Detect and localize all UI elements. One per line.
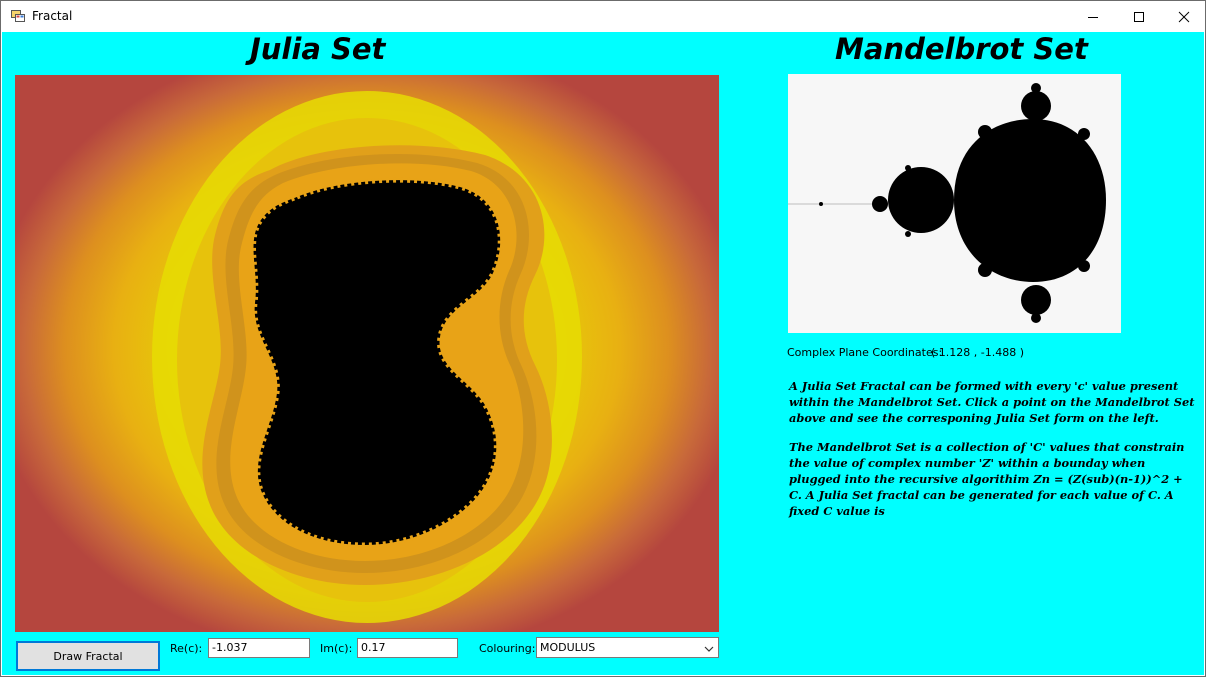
form-client-area: Julia Set Mandelbrot Set Complex Plane C… (2, 32, 1204, 675)
minimize-button[interactable] (1070, 1, 1116, 32)
mandelbrot-upper-mini-bulb (905, 165, 911, 171)
title-bar[interactable]: Fractal (1, 1, 1205, 32)
mandelbrot-period2-bulb (888, 167, 954, 233)
mandelbrot-bottom-bud (1031, 313, 1041, 323)
maximize-icon (1134, 11, 1144, 22)
mandelbrot-dot (819, 202, 823, 206)
coords-value: ( 1.128 , -1.488 ) (931, 346, 1025, 359)
description-paragraph-1: A Julia Set Fractal can be formed with e… (789, 379, 1195, 425)
julia-set-canvas[interactable] (15, 75, 719, 632)
colouring-selected-value: MODULUS (540, 641, 596, 654)
mandelbrot-top-bud (1031, 83, 1041, 93)
julia-heading: Julia Set (250, 32, 386, 66)
draw-fractal-button[interactable]: Draw Fractal (16, 641, 160, 671)
im-c-label: Im(c): (320, 642, 353, 655)
mandelbrot-small-bulb (872, 196, 888, 212)
mandelbrot-cardioid (954, 119, 1106, 282)
window-title: Fractal (32, 9, 73, 23)
maximize-button[interactable] (1116, 1, 1162, 32)
chevron-down-icon[interactable] (704, 643, 714, 656)
mandelbrot-top-bulb (1021, 91, 1051, 121)
mandelbrot-top-right-bulb (1078, 128, 1090, 140)
app-window: Fractal Julia Set Mandelbrot Set Complex… (0, 0, 1206, 677)
mandelbrot-top-left-bulb (978, 125, 992, 139)
colouring-label: Colouring: (479, 642, 536, 655)
app-icon (11, 9, 25, 23)
description-paragraph-2: The Mandelbrot Set is a collection of 'C… (789, 440, 1185, 518)
close-button[interactable] (1161, 1, 1206, 32)
mandelbrot-lower-mini-bulb (905, 231, 911, 237)
mandelbrot-bottom-bulb (1021, 285, 1051, 315)
coords-label: Complex Plane Coordinates: (787, 346, 943, 359)
re-c-input[interactable]: -1.037 (208, 638, 310, 658)
colouring-select[interactable]: MODULUS (536, 637, 719, 658)
mandelbrot-bottom-right-bulb (1078, 260, 1090, 272)
minimize-icon (1088, 16, 1098, 18)
mandelbrot-heading: Mandelbrot Set (835, 32, 1088, 66)
mandelbrot-canvas[interactable] (788, 74, 1121, 333)
mandelbrot-bottom-left-bulb (978, 263, 992, 277)
im-c-input[interactable]: 0.17 (357, 638, 458, 658)
re-c-label: Re(c): (170, 642, 203, 655)
close-icon (1178, 11, 1190, 22)
